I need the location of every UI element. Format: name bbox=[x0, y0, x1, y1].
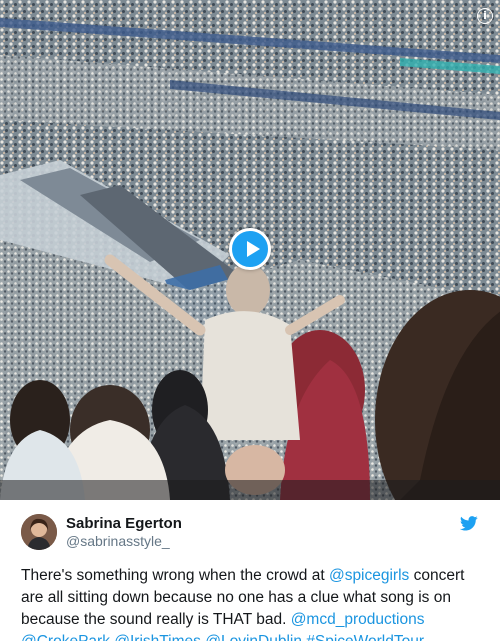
author-name[interactable]: Sabrina Egerton bbox=[66, 515, 182, 533]
play-icon bbox=[247, 241, 260, 257]
tweet-text: There's something wrong when the crowd a… bbox=[21, 565, 483, 641]
play-button[interactable] bbox=[229, 228, 271, 270]
author-handle[interactable]: @sabrinasstyle_ bbox=[66, 533, 170, 550]
tweet-text-part: There's something wrong when the crowd a… bbox=[21, 567, 329, 584]
mention-link[interactable]: @mcd_productions bbox=[291, 611, 425, 628]
info-icon-glyph: i bbox=[483, 9, 487, 22]
info-icon[interactable]: i bbox=[477, 8, 493, 24]
tweet-video[interactable]: i bbox=[0, 0, 500, 500]
twitter-bird-icon[interactable] bbox=[460, 516, 478, 531]
mention-link[interactable]: @spicegirls bbox=[329, 567, 409, 584]
mention-link[interactable]: @CrokePark bbox=[21, 633, 110, 641]
hashtag-link[interactable]: #SpiceWorldTour bbox=[306, 633, 424, 641]
avatar[interactable] bbox=[21, 514, 57, 550]
mention-link[interactable]: @LovinDublin bbox=[205, 633, 302, 641]
tweet-card: Sabrina Egerton @sabrinasstyle_ There's … bbox=[0, 500, 500, 641]
mention-link[interactable]: @IrishTimes bbox=[114, 633, 201, 641]
avatar-photo bbox=[21, 514, 57, 550]
